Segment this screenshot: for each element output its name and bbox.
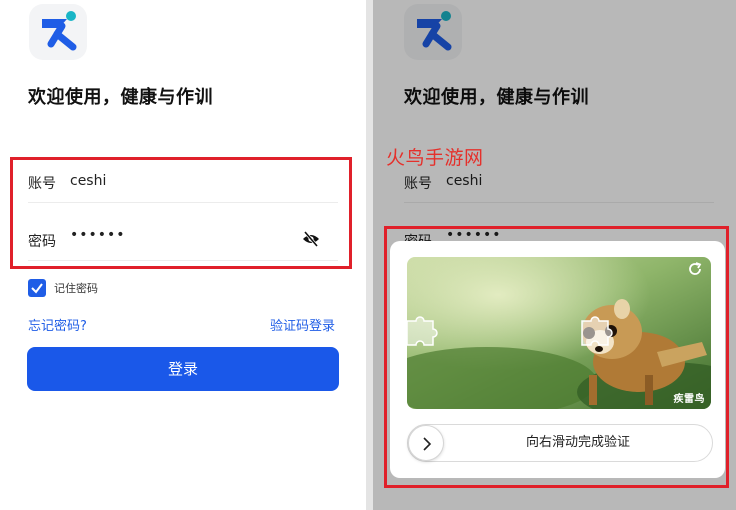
page-title: 欢迎使用，健康与作训 <box>28 87 213 108</box>
eye-off-icon[interactable] <box>302 231 320 251</box>
captcha-dialog: 疾雷鸟 向右滑动完成验证 <box>390 241 725 478</box>
remember-label: 记住密码 <box>54 282 98 295</box>
password-input[interactable]: •••••• <box>70 227 126 243</box>
refresh-icon[interactable] <box>687 261 703 277</box>
slider-instruction: 向右滑动完成验证 <box>525 435 630 450</box>
captcha-screen: 欢迎使用，健康与作训 账号 ceshi 密码 •••••• 火鸟手游网 <box>373 0 736 510</box>
captcha-brand: 疾雷鸟 <box>673 394 705 405</box>
captcha-image: 疾雷鸟 <box>407 257 711 409</box>
code-login-link[interactable]: 验证码登录 <box>270 315 335 334</box>
forgot-password-link[interactable]: 忘记密码? <box>28 315 87 334</box>
password-label: 密码 <box>28 234 56 250</box>
account-input[interactable]: ceshi <box>70 173 106 189</box>
chevron-right-icon <box>423 437 432 451</box>
login-screen: 欢迎使用，健康与作训 账号 ceshi 密码 •••••• 记住密码 忘记密码?… <box>0 0 366 510</box>
slider-track[interactable]: 向右滑动完成验证 <box>407 424 713 462</box>
slider-handle[interactable] <box>408 425 444 461</box>
login-button[interactable]: 登录 <box>27 347 339 391</box>
app-logo-icon <box>29 4 87 60</box>
remember-checkbox[interactable] <box>28 279 46 297</box>
panel-divider <box>366 0 373 510</box>
password-field[interactable]: 密码 •••••• <box>28 221 338 261</box>
check-icon <box>31 283 43 294</box>
account-label: 账号 <box>28 176 56 192</box>
account-field[interactable]: 账号 ceshi <box>28 163 338 203</box>
watermark-text: 火鸟手游网 <box>386 147 484 169</box>
